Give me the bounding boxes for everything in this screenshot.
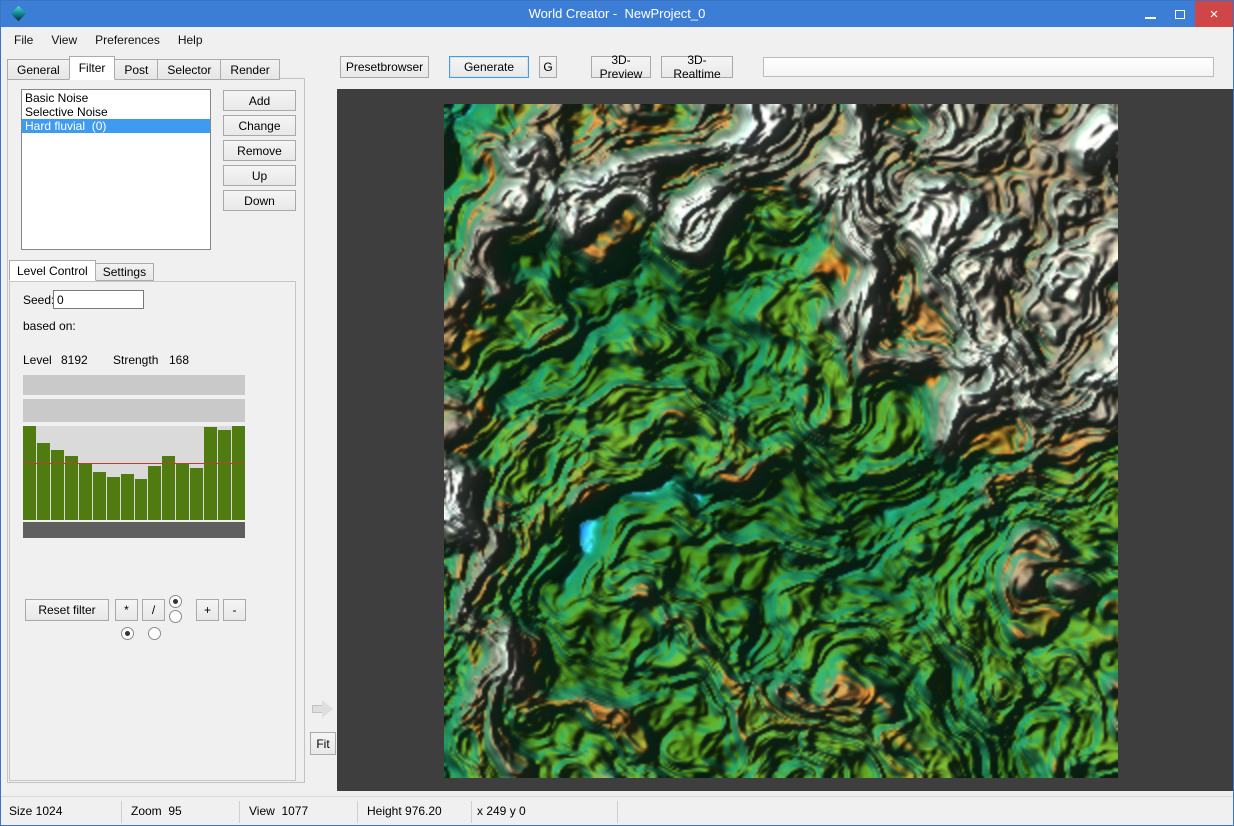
histogram-bottom-strip [23,522,245,538]
filter-list[interactable]: Basic Noise Selective Noise Hard fluvial… [21,89,211,250]
status-view: View 1077 [249,804,308,818]
status-cursor: x 249 y 0 [477,804,526,818]
close-button[interactable]: × [1195,1,1233,27]
realtime-3d-button[interactable]: 3D-Realtime [661,56,733,78]
mode-radio-right[interactable] [148,627,161,640]
progress-bar [763,57,1214,77]
fit-button[interactable]: Fit [310,732,336,755]
generate-button[interactable]: Generate [449,56,529,78]
tab-settings[interactable]: Settings [95,263,154,281]
status-separator [471,801,472,823]
terrain-preview[interactable] [444,104,1118,778]
reset-filter-button[interactable]: Reset filter [25,599,109,621]
histogram-bar[interactable] [79,464,92,520]
change-button[interactable]: Change [223,115,296,136]
status-separator [617,801,618,823]
minimize-button[interactable] [1135,1,1165,27]
down-button[interactable]: Down [223,190,296,211]
app-window: World Creator - NewProject_0 × File View… [0,0,1234,826]
menu-item-view[interactable]: View [42,27,86,53]
menu-item-preferences[interactable]: Preferences [86,27,169,53]
tab-filter[interactable]: Filter [69,56,116,80]
seed-label: Seed: [23,293,54,307]
status-size: Size 1024 [9,804,62,818]
statusbar: Size 1024 Zoom 95 View 1077 Height 976.2… [1,796,1233,826]
histogram-bar[interactable] [176,464,189,520]
tab-general[interactable]: General [7,59,70,80]
tab-render[interactable]: Render [220,59,279,80]
histogram-gray-row [23,375,245,395]
strength-label: Strength [113,353,158,367]
viewport[interactable] [337,89,1234,791]
histogram-bar[interactable] [93,472,106,520]
operation-radio-top[interactable] [169,595,182,608]
based-on-label: based on: [23,319,76,333]
histogram-bar[interactable] [135,479,148,520]
histogram-bar[interactable] [190,468,203,520]
remove-button[interactable]: Remove [223,140,296,161]
histogram-bar[interactable] [51,450,64,520]
up-button[interactable]: Up [223,165,296,186]
menubar: File View Preferences Help [1,27,1233,53]
menu-item-help[interactable]: Help [169,27,212,53]
tab-selector[interactable]: Selector [157,59,221,80]
histogram-bar[interactable] [37,443,50,520]
minus-button[interactable]: - [223,599,246,621]
histogram-bar[interactable] [65,456,78,520]
seed-input[interactable] [53,290,144,309]
histogram-gray-row [23,399,245,422]
histogram-bar[interactable] [121,474,134,520]
add-button[interactable]: Add [223,90,296,111]
window-titlebar[interactable]: World Creator - NewProject_0 × [1,1,1233,27]
level-red-line [23,463,245,464]
sub-tabs: Level Control Settings [9,260,153,281]
status-separator [239,801,240,823]
maximize-icon [1175,10,1185,19]
status-height: Height 976.20 [367,804,442,818]
splitter-collapse-arrow[interactable] [312,705,322,713]
close-icon: × [1210,7,1219,22]
window-title: World Creator - NewProject_0 [1,1,1233,27]
filter-list-item-selected[interactable]: Hard fluvial (0) [22,119,210,133]
status-zoom: Zoom 95 [131,804,182,818]
operation-radio-bottom[interactable] [169,610,182,623]
histogram-bar[interactable] [23,426,36,520]
level-label: Level [23,353,52,367]
histogram-bar[interactable] [218,430,231,520]
level-value: 8192 [61,353,88,367]
menu-item-file[interactable]: File [5,27,42,53]
histogram-bar[interactable] [107,477,120,520]
histogram-bar[interactable] [232,426,245,520]
histogram-bar[interactable] [148,466,161,520]
histogram-bar[interactable] [204,427,217,520]
plus-button[interactable]: + [196,599,219,621]
histogram-bar[interactable] [162,456,175,520]
window-controls: × [1135,1,1233,27]
filter-list-item[interactable]: Basic Noise [22,91,210,105]
level-histogram[interactable] [23,373,245,538]
tab-level-control[interactable]: Level Control [9,260,96,281]
status-separator [121,801,122,823]
maximize-button[interactable] [1165,1,1195,27]
level-histogram-bars[interactable] [23,426,245,520]
multiply-button[interactable]: * [115,599,138,621]
main-tabs: General Filter Post Selector Render [7,56,279,80]
strength-value: 168 [169,353,189,367]
preview-3d-button[interactable]: 3D-Preview [591,56,651,78]
mode-radio-left[interactable] [121,627,134,640]
divide-button[interactable]: / [142,599,165,621]
tab-post[interactable]: Post [114,59,158,80]
presetbrowser-button[interactable]: Presetbrowser [340,56,429,78]
minimize-icon [1145,17,1156,19]
status-separator [357,801,358,823]
splitter-arrow-icon [322,700,333,718]
filter-list-item[interactable]: Selective Noise [22,105,210,119]
g-button[interactable]: G [539,56,557,78]
